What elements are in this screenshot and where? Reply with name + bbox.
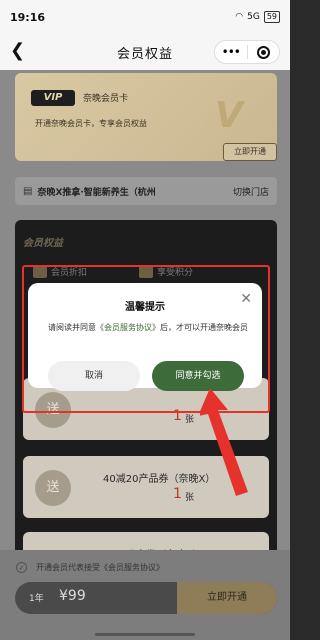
coupon-qty: 1 (173, 486, 182, 502)
mini-program-capsule: ••• (214, 40, 280, 64)
gift-badge-icon: 送 (35, 470, 71, 506)
notice-dialog: 温馨提示 ✕ 请阅读并同意《会员服务协议》后，才可以开通奈晚会员 取消 同意并勾… (28, 283, 262, 391)
buy-now-button[interactable]: 立即开通 (177, 582, 277, 614)
agree-text[interactable]: 开通会员代表接受《会员服务协议》 (36, 562, 164, 573)
dialog-message: 请阅读并同意《会员服务协议》后，才可以开通奈晚会员 (48, 321, 248, 335)
vip-open-button[interactable]: 立即开通 (223, 143, 277, 161)
home-indicator (95, 633, 195, 636)
coupon-title: 40减20产品券（奈晚X） (103, 474, 216, 485)
network-label: 5G (247, 12, 260, 22)
bottom-bar: ✓ 开通会员代表接受《会员服务协议》 1年 ¥99 立即开通 (0, 550, 290, 640)
close-icon[interactable]: ✕ (240, 291, 252, 307)
close-miniapp-icon[interactable] (247, 45, 279, 59)
battery-icon: 59 (263, 11, 280, 23)
service-agreement-link[interactable]: 《会员服务协议》 (96, 323, 160, 332)
status-time: 19:16 (10, 10, 46, 24)
price-value: ¥99 (59, 588, 86, 604)
arrow-annotation-icon (200, 388, 248, 496)
wifi-icon: ◠ (235, 12, 244, 22)
agree-checkbox[interactable]: ✓ (16, 562, 27, 573)
switch-store-button[interactable]: 切换门店 (233, 185, 269, 198)
vip-card-name: 奈晚会员卡 (83, 94, 129, 104)
nav-bar: ❮ 会员权益 ••• (0, 34, 290, 70)
more-icon[interactable]: ••• (215, 45, 247, 59)
coupon-unit: 张 (185, 415, 195, 425)
benefits-title: 会员权益 (23, 238, 63, 249)
cancel-button[interactable]: 取消 (48, 361, 140, 391)
dialog-message-text: 后，才可以开通奈晚会员 (160, 323, 248, 332)
vip-v-emblem-icon: V (215, 95, 243, 136)
coupon-unit: 张 (185, 493, 195, 503)
dialog-message-text: 请阅读并同意 (48, 323, 96, 332)
price-period: 1年 (29, 594, 44, 604)
buy-bar: 1年 ¥99 立即开通 (15, 582, 277, 614)
vip-logo: VIP (31, 90, 75, 106)
dialog-title: 温馨提示 (125, 302, 165, 313)
agree-and-check-button[interactable]: 同意并勾选 (152, 361, 244, 391)
store-name: 奈晚X推拿·智能新养生（杭州 (37, 187, 156, 198)
status-bar: 19:16 ◠ 5G 59 (0, 0, 290, 34)
status-icons: ◠ 5G 59 (235, 11, 280, 23)
store-icon: ▤ (23, 185, 33, 197)
vip-card: VIP 奈晚会员卡 开通奈晚会员卡，专享会员权益 V 立即开通 (15, 73, 277, 161)
vip-card-description: 开通奈晚会员卡，专享会员权益 (35, 119, 147, 128)
back-icon[interactable]: ❮ (10, 40, 25, 61)
store-selector[interactable]: ▤ 奈晚X推拿·智能新养生（杭州 切换门店 (15, 177, 277, 205)
